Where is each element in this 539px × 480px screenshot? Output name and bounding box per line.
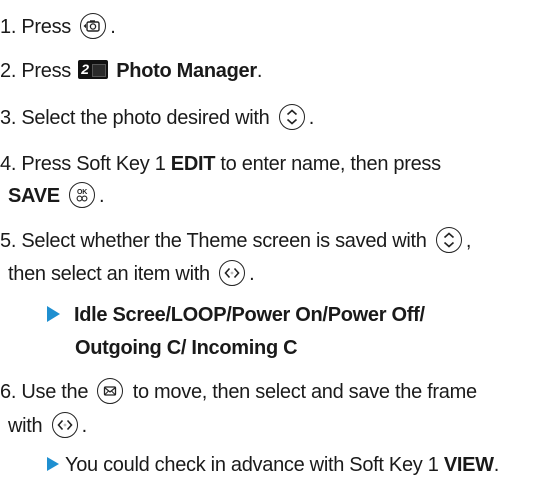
theme-options-line-1: Idle Scree/LOOP/Power On/Power Off/: [47, 302, 425, 328]
step-text: Use the: [21, 381, 89, 403]
menu-name: Photo Manager: [116, 60, 257, 82]
bullet-arrow-icon: [47, 305, 60, 322]
step-5-line-1: 5. Select whether the Theme screen is sa…: [0, 226, 472, 255]
ok-key-icon: OK: [69, 181, 96, 208]
navigation-left-right-key-icon: [51, 411, 78, 438]
step-end: .: [493, 454, 500, 476]
step-number: 5.: [0, 230, 17, 252]
theme-options: Idle Scree/LOOP/Power On/Power Off/: [74, 304, 425, 326]
step-number: 2.: [0, 60, 17, 82]
step-6-line-1: 6. Use the to move, then select and save…: [0, 377, 477, 406]
view-hint: You could check in advance with Soft Key…: [47, 452, 499, 478]
step-4-line-1: 4. Press Soft Key 1 EDIT to enter name, …: [0, 151, 441, 177]
step-number: 4.: [0, 153, 17, 175]
step-end: ,: [465, 230, 472, 252]
step-end: .: [81, 415, 88, 437]
step-text: then select an item with: [8, 263, 210, 285]
step-text: to move, then select and save the frame: [132, 381, 477, 403]
number-2-key-icon: 2: [78, 60, 109, 80]
step-end: .: [308, 107, 315, 129]
step-text: Select the photo desired with: [21, 107, 270, 129]
hint-text: You could check in advance with Soft Key…: [65, 454, 439, 476]
message-key-icon: [97, 377, 124, 404]
bullet-arrow-icon: [47, 456, 59, 471]
step-end: .: [99, 185, 105, 207]
theme-options: Outgoing C/ Incoming C: [75, 337, 298, 359]
step-4-line-2: SAVE OK .: [8, 181, 105, 210]
step-1: 1. Press .: [0, 12, 116, 41]
step-2: 2. Press 2 Photo Manager.: [0, 58, 262, 84]
step-number: 3.: [0, 107, 17, 129]
camera-key-icon: [80, 12, 107, 39]
step-5-line-2: then select an item with .: [8, 259, 255, 288]
step-end: .: [110, 16, 116, 38]
step-text: Press Soft Key 1: [21, 153, 166, 175]
svg-text:OK: OK: [77, 189, 87, 196]
step-text: with: [8, 415, 43, 437]
step-text: to enter name, then press: [220, 153, 441, 175]
navigation-left-right-key-icon: [219, 259, 246, 286]
step-text: Select whether the Theme screen is saved…: [21, 230, 427, 252]
step-text: Press: [21, 16, 71, 38]
soft-key-label: VIEW: [443, 454, 494, 476]
theme-options-line-2: Outgoing C/ Incoming C: [75, 335, 298, 361]
step-number: 6.: [0, 381, 17, 403]
instruction-page: { "steps": { "s1": { "num": "1.", "pre":…: [0, 0, 539, 480]
navigation-up-down-key-icon: [435, 226, 462, 253]
soft-key-label: SAVE: [8, 185, 60, 207]
step-end: .: [249, 263, 255, 285]
key-label: 2: [81, 61, 89, 78]
step-end: .: [256, 60, 263, 82]
navigation-up-down-key-icon: [278, 103, 305, 130]
soft-key-label: EDIT: [170, 153, 216, 175]
step-number: 1.: [0, 16, 17, 38]
step-3: 3. Select the photo desired with .: [0, 103, 315, 132]
step-text: Press: [21, 60, 71, 82]
step-6-line-2: with .: [8, 411, 88, 440]
